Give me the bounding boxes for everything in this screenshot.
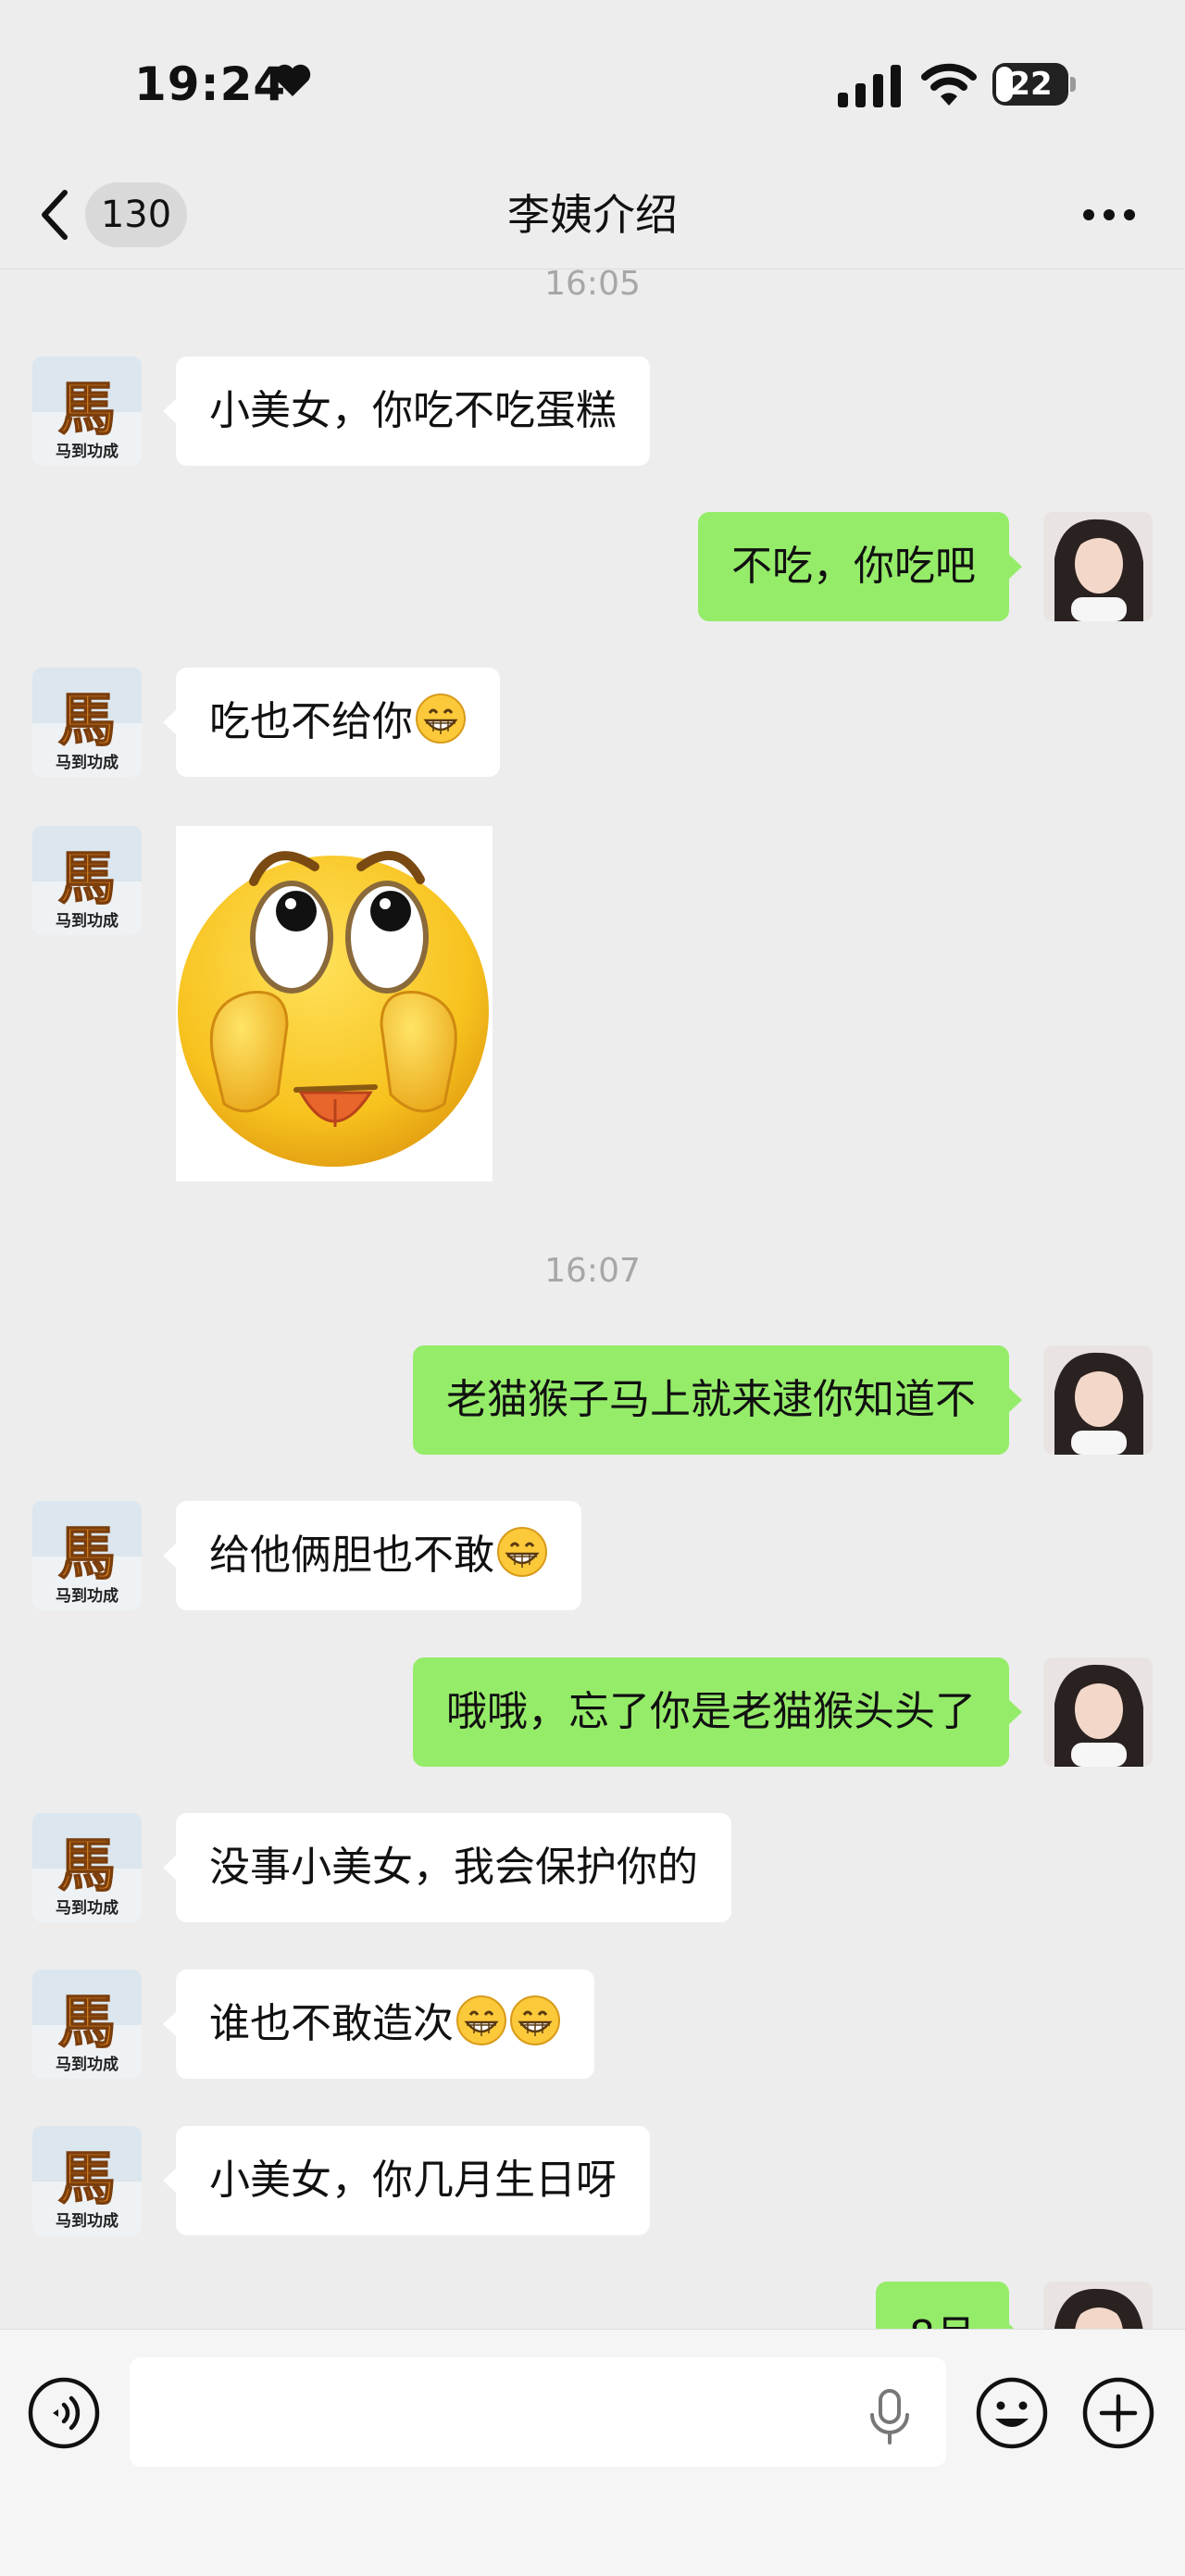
my-avatar[interactable]	[1043, 1657, 1153, 1767]
signal-icon	[838, 65, 901, 107]
message-bubble[interactable]: 小美女，你吃不吃蛋糕	[163, 356, 650, 466]
voice-icon[interactable]	[27, 2376, 101, 2450]
svg-text:馬: 馬	[58, 686, 116, 754]
svg-text:马到功成: 马到功成	[56, 753, 118, 772]
contact-avatar[interactable]: 馬马到功成	[32, 1501, 142, 1610]
contact-avatar[interactable]: 馬马到功成	[32, 2126, 142, 2235]
wifi-icon	[921, 63, 977, 106]
unread-count-badge[interactable]: 130	[85, 182, 187, 247]
message-bubble[interactable]: 没事小美女，我会保护你的	[163, 1813, 731, 1922]
grin-emoji-icon	[510, 1995, 560, 2045]
sticker-message[interactable]	[176, 826, 493, 1182]
my-avatar[interactable]	[1043, 512, 1153, 621]
input-bar	[0, 2329, 1185, 2576]
svg-text:马到功成: 马到功成	[56, 1898, 118, 1918]
message-bubble[interactable]: 谁也不敢造次	[163, 1970, 594, 2079]
message-bubble[interactable]: 给他俩胆也不敢	[163, 1501, 581, 1610]
svg-text:马到功成: 马到功成	[56, 2055, 118, 2074]
svg-text:馬: 馬	[58, 1988, 116, 2056]
grin-emoji-icon	[497, 1527, 547, 1577]
emoji-icon[interactable]	[975, 2376, 1049, 2450]
svg-text:馬: 馬	[58, 2145, 116, 2212]
contact-avatar[interactable]: 馬马到功成	[32, 1970, 142, 2079]
contact-avatar[interactable]: 馬马到功成	[32, 668, 142, 777]
grin-emoji-icon	[456, 1995, 506, 2045]
battery-indicator: 22	[992, 63, 1076, 107]
heart-icon	[274, 64, 311, 96]
chat-header: 李姨介绍 130	[0, 167, 1185, 269]
message-bubble[interactable]: 不吃，你吃吧	[698, 512, 1022, 621]
message-timestamp: 16:05	[544, 265, 641, 303]
svg-text:马到功成: 马到功成	[56, 2211, 118, 2231]
message-input[interactable]	[130, 2357, 946, 2467]
svg-text:馬: 馬	[58, 375, 116, 443]
battery-level: 22	[1008, 66, 1053, 103]
contact-avatar[interactable]: 馬马到功成	[32, 356, 142, 466]
svg-text:马到功成: 马到功成	[56, 442, 118, 461]
plus-icon[interactable]	[1081, 2376, 1155, 2450]
contact-avatar[interactable]: 馬马到功成	[32, 826, 142, 935]
status-time: 19:24	[134, 57, 287, 111]
contact-avatar[interactable]: 馬马到功成	[32, 1813, 142, 1922]
svg-text:馬: 馬	[58, 1519, 116, 1587]
grin-emoji-icon	[416, 694, 466, 744]
svg-text:馬: 馬	[58, 1832, 116, 1899]
svg-text:马到功成: 马到功成	[56, 1586, 118, 1606]
message-bubble[interactable]: 小美女，你几月生日呀	[163, 2126, 650, 2235]
my-avatar[interactable]	[1043, 1345, 1153, 1455]
eye-pull-tongue-emoji-icon	[178, 850, 489, 1167]
message-bubble[interactable]: 哦哦，忘了你是老猫猴头头了	[413, 1657, 1022, 1767]
message-bubble[interactable]: 老猫猴子马上就来逮你知道不	[413, 1345, 1022, 1455]
mic-icon[interactable]	[867, 2387, 913, 2446]
svg-text:马到功成: 马到功成	[56, 911, 118, 931]
status-bar: 19:24 22	[0, 0, 1185, 167]
svg-text:馬: 馬	[58, 844, 116, 912]
more-icon[interactable]	[1081, 207, 1137, 222]
message-timestamp: 16:07	[544, 1252, 641, 1290]
message-bubble[interactable]: 吃也不给你	[163, 668, 500, 777]
